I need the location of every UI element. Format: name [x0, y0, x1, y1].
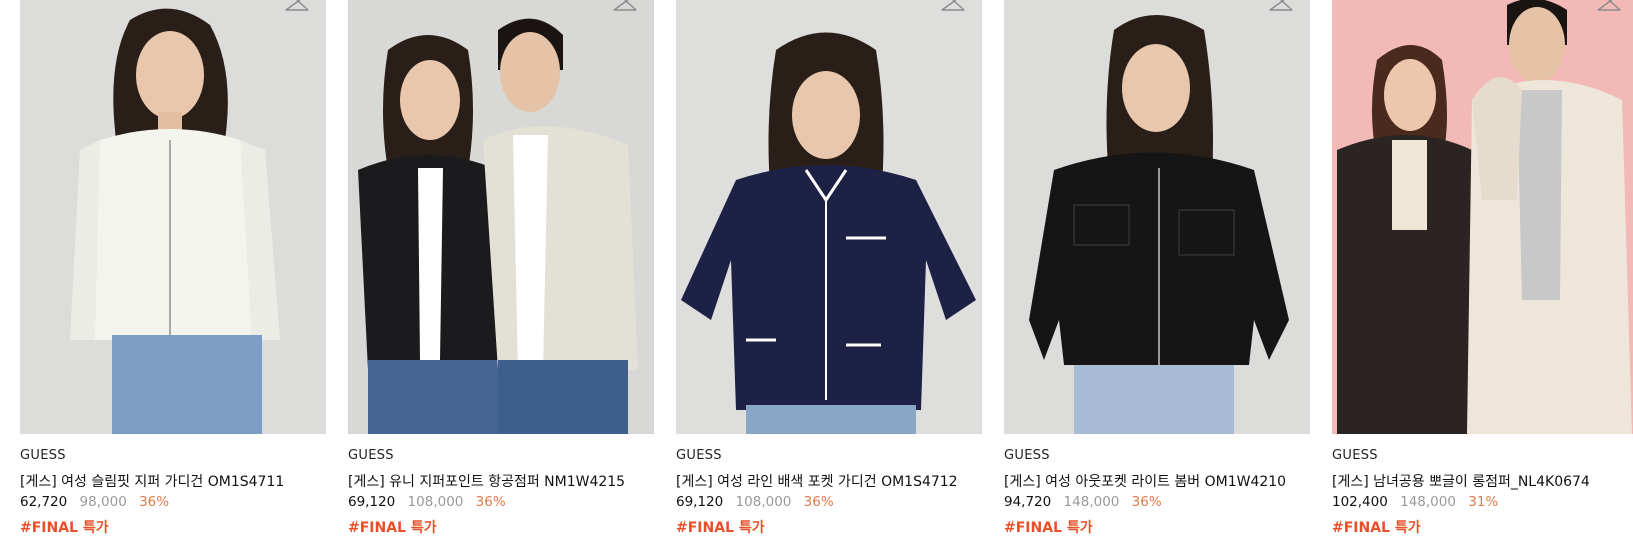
discount-rate: 36%	[1131, 494, 1162, 510]
discount-rate: 36%	[139, 494, 170, 510]
hanger-icon[interactable]	[940, 0, 966, 14]
product-title[interactable]: [게스] 남녀공용 뽀글이 롱점퍼_NL4K0674	[1332, 471, 1633, 490]
product-title[interactable]: [게스] 여성 아웃포켓 라이트 봄버 OM1W4210	[1004, 471, 1310, 490]
product-image[interactable]	[1004, 0, 1310, 434]
sale-price: 69,120	[676, 494, 724, 510]
original-price: 148,000	[1400, 494, 1456, 510]
brand-name: GUESS	[1004, 448, 1050, 463]
hanger-icon[interactable]	[612, 0, 638, 14]
product-card[interactable]: GUESS [게스] 여성 라인 배색 포켓 가디건 OM1S4712 69,1…	[676, 0, 982, 536]
product-card[interactable]: GUESS [게스] 여성 아웃포켓 라이트 봄버 OM1W4210 94,72…	[1004, 0, 1310, 536]
original-price: 108,000	[407, 494, 464, 510]
sale-price: 69,120	[348, 494, 396, 510]
model-photo	[1004, 0, 1310, 434]
price-row: 94,720 148,000 36%	[1004, 494, 1310, 512]
promo-tag[interactable]: #FINAL 특가	[20, 517, 326, 536]
original-price: 148,000	[1063, 494, 1120, 510]
product-grid: GUESS [게스] 여성 슬림핏 지퍼 가디건 OM1S4711 62,720…	[0, 0, 1633, 538]
original-price: 108,000	[735, 494, 792, 510]
product-card[interactable]: GUESS [게스] 남녀공용 뽀글이 롱점퍼_NL4K0674 102,400…	[1332, 0, 1633, 536]
model-photo	[676, 0, 982, 434]
original-price: 98,000	[79, 494, 127, 510]
brand-name: GUESS	[348, 448, 394, 463]
price-row: 69,120 108,000 36%	[676, 494, 982, 512]
product-card[interactable]: GUESS [게스] 유니 지퍼포인트 항공점퍼 NM1W4215 69,120…	[348, 0, 654, 536]
sale-price: 62,720	[20, 494, 68, 510]
brand-name: GUESS	[1332, 448, 1378, 463]
product-title[interactable]: [게스] 유니 지퍼포인트 항공점퍼 NM1W4215	[348, 471, 654, 490]
product-image[interactable]	[676, 0, 982, 434]
price-row: 69,120 108,000 36%	[348, 494, 654, 512]
brand-name: GUESS	[676, 448, 722, 463]
discount-rate: 36%	[803, 494, 834, 510]
discount-rate: 36%	[475, 494, 506, 510]
hanger-icon[interactable]	[284, 0, 310, 14]
model-photo	[348, 0, 654, 434]
product-title[interactable]: [게스] 여성 슬림핏 지퍼 가디건 OM1S4711	[20, 471, 326, 490]
model-photo	[1332, 0, 1633, 434]
promo-tag[interactable]: #FINAL 특가	[1332, 517, 1633, 536]
model-photo	[20, 0, 326, 434]
product-card[interactable]: GUESS [게스] 여성 슬림핏 지퍼 가디건 OM1S4711 62,720…	[20, 0, 326, 536]
product-image[interactable]	[20, 0, 326, 434]
price-row: 102,400 148,000 31%	[1332, 494, 1633, 512]
product-image[interactable]	[348, 0, 654, 434]
promo-tag[interactable]: #FINAL 특가	[1004, 517, 1310, 536]
product-title[interactable]: [게스] 여성 라인 배색 포켓 가디건 OM1S4712	[676, 471, 982, 490]
brand-name: GUESS	[20, 448, 66, 463]
price-row: 62,720 98,000 36%	[20, 494, 326, 512]
promo-tag[interactable]: #FINAL 특가	[348, 517, 654, 536]
discount-rate: 31%	[1468, 494, 1499, 510]
hanger-icon[interactable]	[1268, 0, 1294, 14]
sale-price: 102,400	[1332, 494, 1388, 510]
sale-price: 94,720	[1004, 494, 1052, 510]
hanger-icon[interactable]	[1596, 0, 1622, 14]
promo-tag[interactable]: #FINAL 특가	[676, 517, 982, 536]
product-image[interactable]	[1332, 0, 1633, 434]
